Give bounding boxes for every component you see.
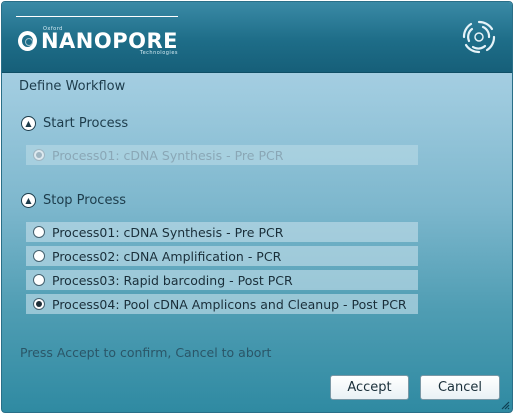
option-label: Process03: Rapid barcoding - Post PCR: [52, 272, 293, 288]
accept-button[interactable]: Accept: [330, 375, 409, 400]
start-collapse-button[interactable]: ▲: [21, 116, 36, 131]
stop-option-process04[interactable]: Process04: Pool cDNA Amplicons and Clean…: [26, 294, 418, 314]
resize-grip-icon[interactable]: [500, 400, 510, 410]
nanopore-logo: Oxford NANOPORE Technologies: [18, 24, 178, 58]
logo-bottom-text: Technologies: [139, 49, 178, 56]
logo-top-text: Oxford: [42, 25, 63, 32]
chevron-up-icon: ▲: [25, 118, 32, 128]
radio-button[interactable]: [33, 226, 45, 238]
radio-button[interactable]: [33, 250, 45, 262]
dialog-title: Define Workflow: [19, 79, 126, 94]
swirl-logo-icon: [462, 20, 496, 54]
option-label: Process01: cDNA Synthesis - Pre PCR: [52, 224, 284, 240]
chevron-up-icon: ▲: [25, 195, 32, 205]
start-option-process01: Process01: cDNA Synthesis - Pre PCR: [26, 145, 418, 165]
header-divider: [16, 16, 178, 17]
stop-option-process02[interactable]: Process02: cDNA Amplification - PCR: [26, 246, 418, 266]
logo-ring-icon: [18, 31, 37, 51]
stop-collapse-button[interactable]: ▲: [21, 193, 36, 208]
instruction-text: Press Accept to confirm, Cancel to abort: [20, 345, 272, 360]
stop-option-process01[interactable]: Process01: cDNA Synthesis - Pre PCR: [26, 222, 418, 242]
option-label: Process01: cDNA Synthesis - Pre PCR: [52, 147, 284, 163]
radio-button[interactable]: [33, 274, 45, 286]
logo-main-text: NANOPORE: [40, 28, 178, 53]
define-workflow-dialog: Oxford NANOPORE Technologies Define Work…: [1, 1, 513, 413]
option-label: Process04: Pool cDNA Amplicons and Clean…: [52, 296, 407, 312]
option-label: Process02: cDNA Amplification - PCR: [52, 248, 282, 264]
cancel-button[interactable]: Cancel: [420, 375, 500, 400]
start-process-label: Start Process: [43, 116, 129, 131]
radio-button[interactable]: [33, 298, 45, 310]
dialog-header: Oxford NANOPORE Technologies: [2, 2, 512, 73]
stop-process-label: Stop Process: [43, 193, 127, 208]
radio-button: [33, 149, 45, 161]
stop-option-process03[interactable]: Process03: Rapid barcoding - Post PCR: [26, 270, 418, 290]
